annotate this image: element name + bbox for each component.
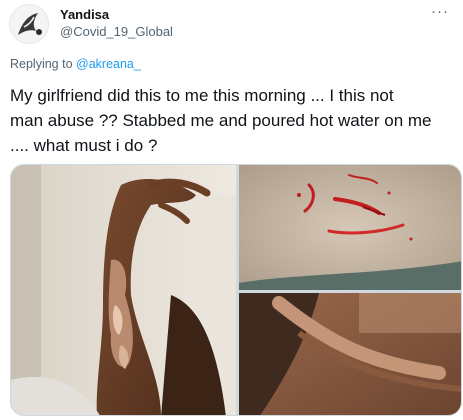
avatar[interactable] bbox=[9, 4, 49, 44]
author-display-name[interactable]: Yandisa bbox=[60, 7, 109, 22]
sketch-avatar-icon bbox=[10, 5, 48, 43]
tweet-text-line: man abuse ?? Stabbed me and poured hot w… bbox=[10, 111, 432, 130]
tweet-text-line: .... what must i do ? bbox=[10, 136, 158, 155]
replying-to: Replying to @akreana_ bbox=[10, 57, 141, 71]
tweet-text-line: My girlfriend did this to me this mornin… bbox=[10, 86, 394, 105]
tweet-text: My girlfriend did this to me this mornin… bbox=[10, 83, 460, 158]
replying-to-label: Replying to bbox=[10, 57, 77, 71]
photo-torso-closeup[interactable] bbox=[239, 293, 461, 415]
reply-mention-link[interactable]: @akreana_ bbox=[76, 57, 141, 71]
more-options-icon[interactable]: ··· bbox=[431, 3, 449, 20]
photo-stab-wounds[interactable] bbox=[239, 165, 461, 290]
author-handle[interactable]: @Covid_19_Global bbox=[60, 24, 173, 39]
photo-burned-arm[interactable] bbox=[11, 165, 236, 415]
media-grid bbox=[10, 164, 462, 416]
